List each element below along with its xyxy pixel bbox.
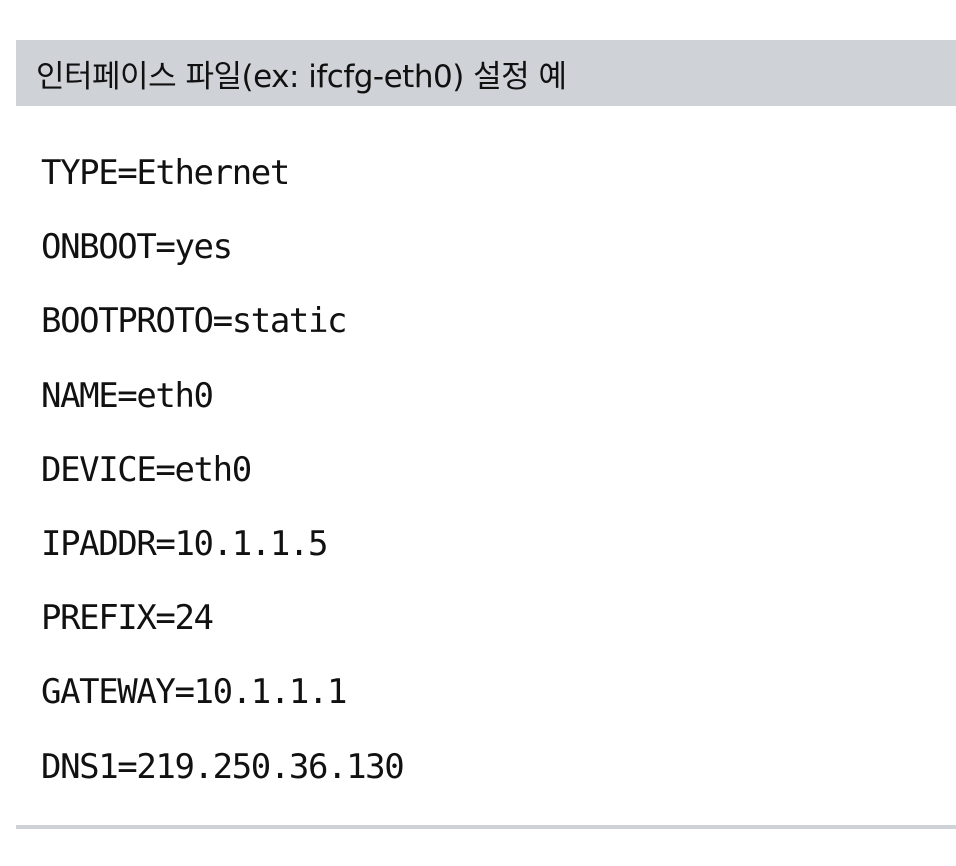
config-line-ipaddr: IPADDR=10.1.1.5 — [41, 523, 328, 564]
config-code-block: TYPE=Ethernet ONBOOT=yes BOOTPROTO=stati… — [16, 106, 956, 804]
config-line-onboot: ONBOOT=yes — [41, 227, 233, 268]
config-line-device: DEVICE=eth0 — [41, 449, 252, 490]
example-header: 인터페이스 파일(ex: ifcfg-eth0) 설정 예 — [16, 40, 956, 106]
config-line-gateway: GATEWAY=10.1.1.1 — [41, 672, 348, 713]
bottom-divider — [16, 825, 956, 829]
config-line-type: TYPE=Ethernet — [41, 153, 290, 193]
config-line-prefix: PREFIX=24 — [41, 598, 214, 639]
config-line-bootproto: BOOTPROTO=static — [41, 301, 348, 342]
example-title: 인터페이스 파일(ex: ifcfg-eth0) 설정 예 — [36, 58, 567, 95]
config-line-name: NAME=eth0 — [41, 375, 214, 416]
config-line-dns1: DNS1=219.250.36.130 — [41, 746, 405, 787]
config-example-box: 인터페이스 파일(ex: ifcfg-eth0) 설정 예 TYPE=Ether… — [16, 40, 956, 804]
